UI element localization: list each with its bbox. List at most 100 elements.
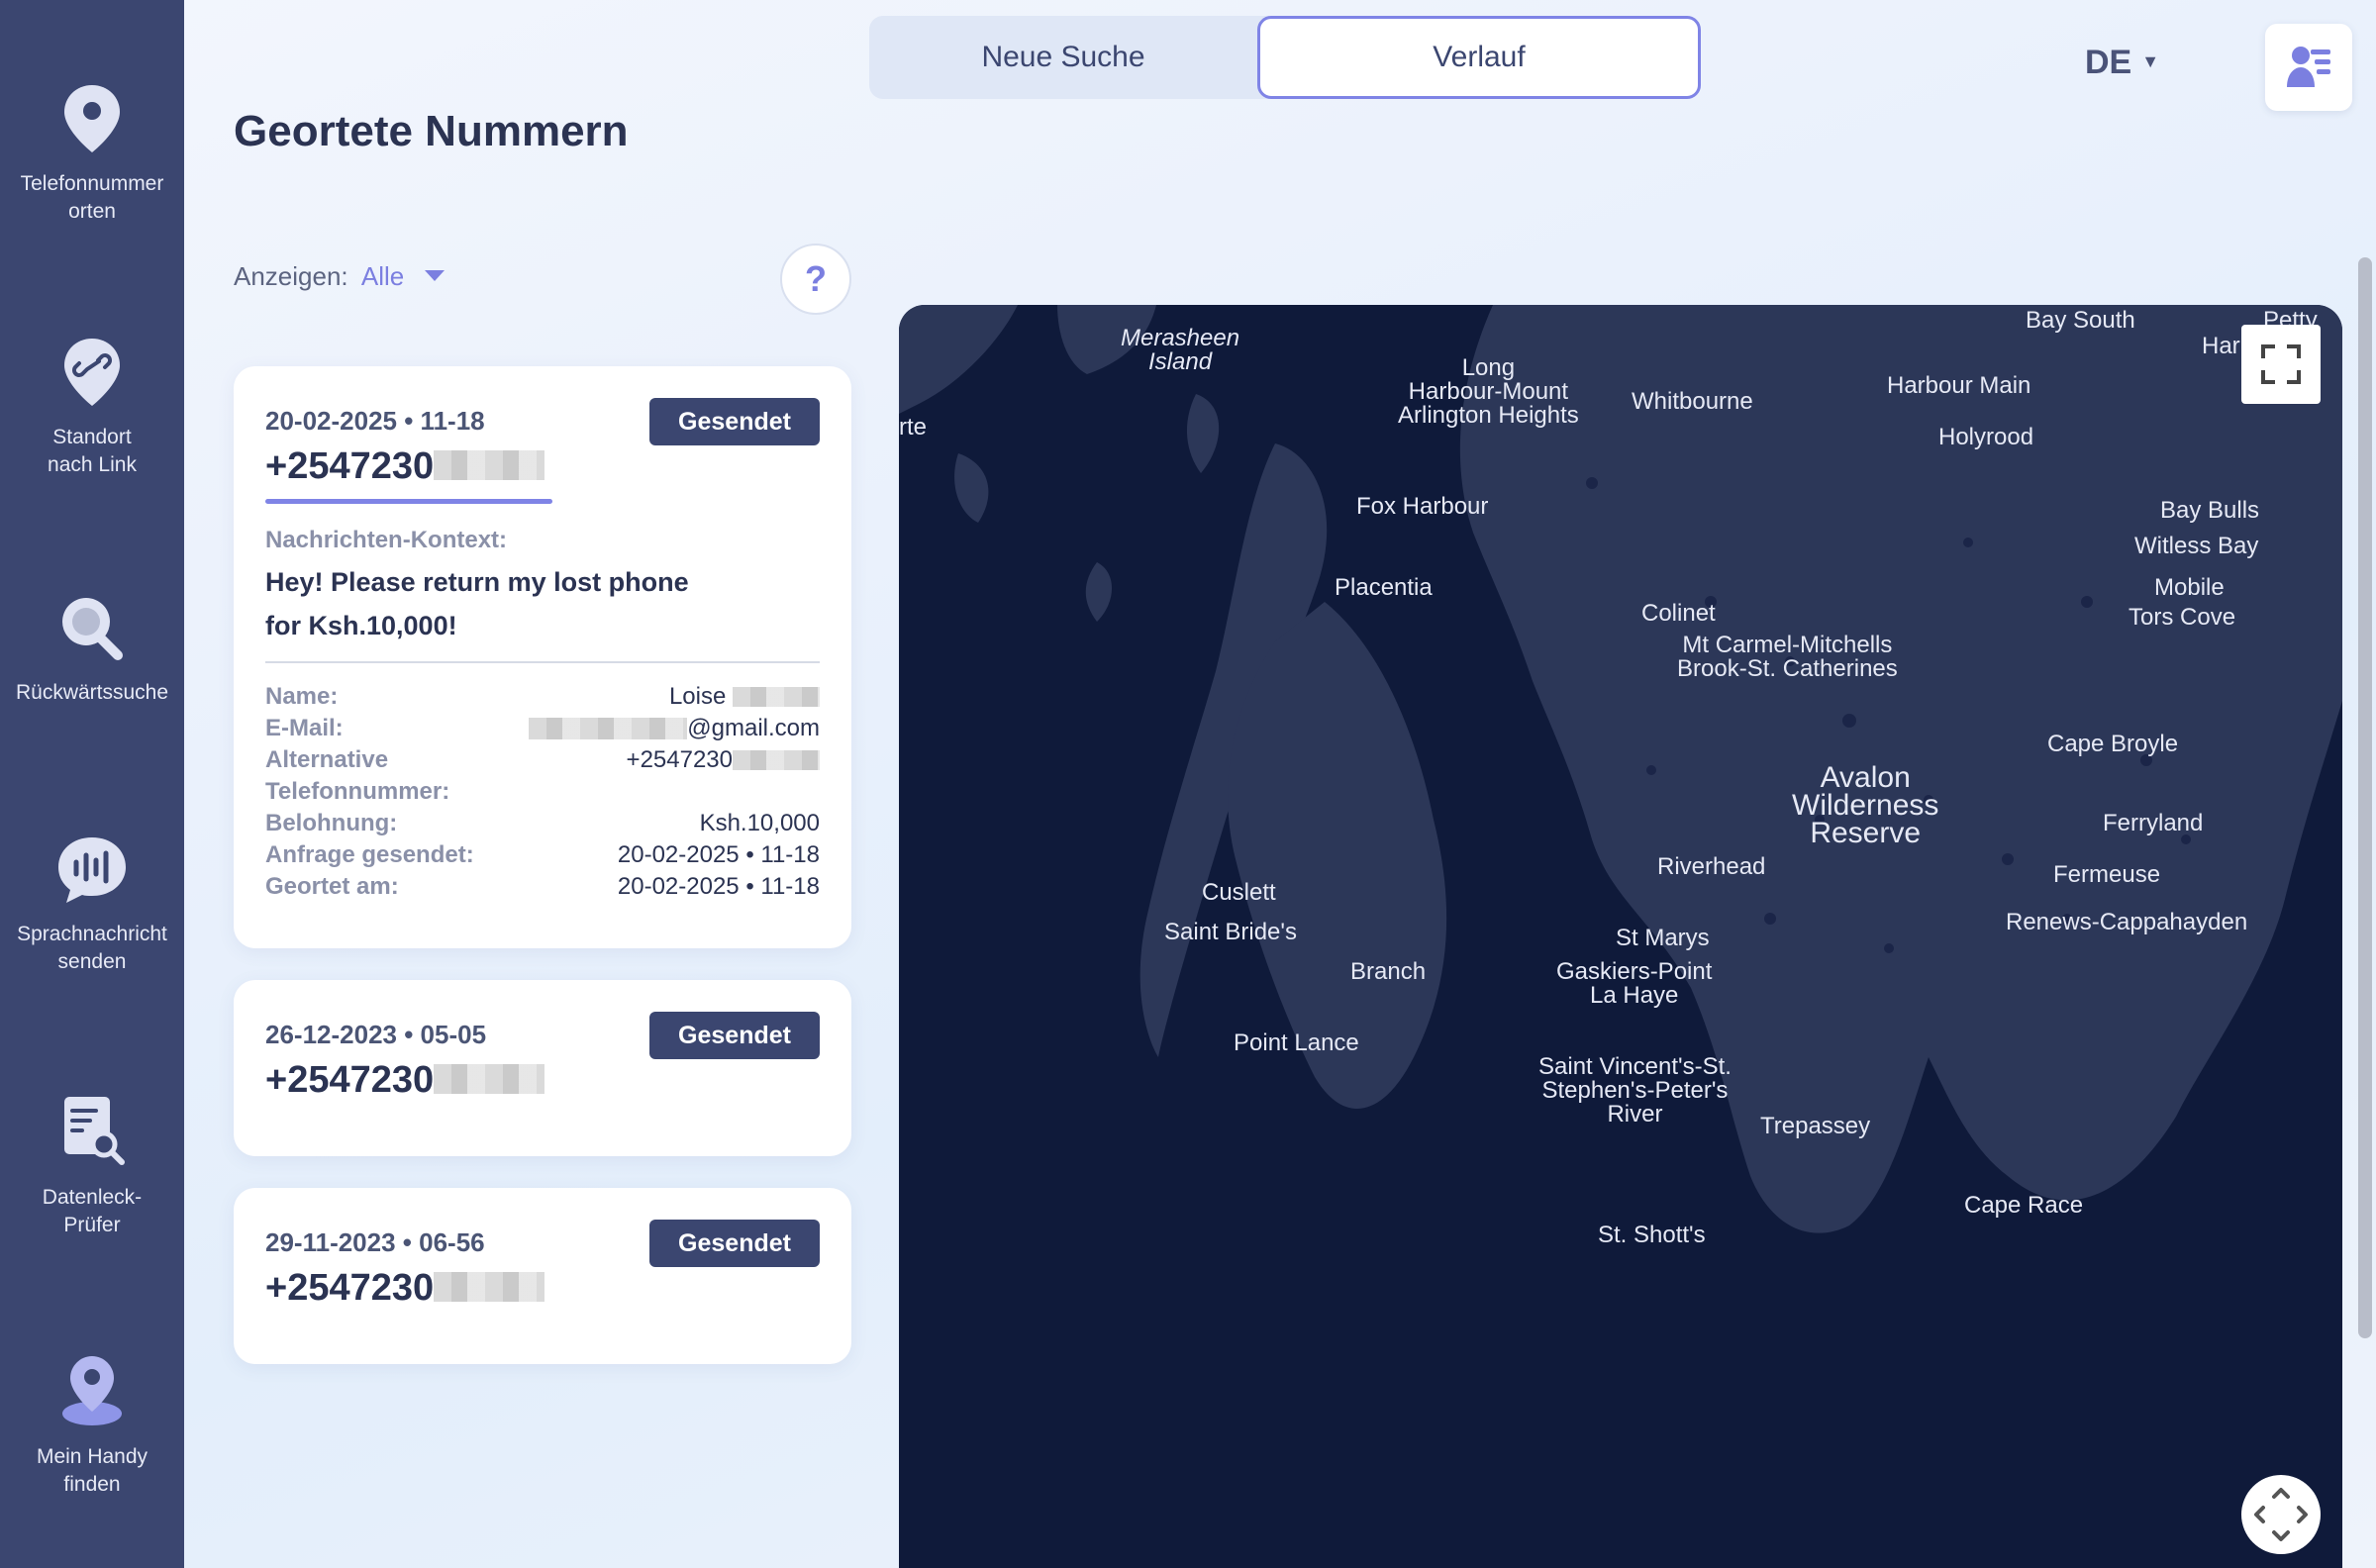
detail-row-reward: Belohnung: Ksh.10,000 (265, 810, 820, 836)
located-number-card[interactable]: 29-11-2023 • 06-56 Gesendet +2547230 (234, 1188, 851, 1364)
card-date: 20-02-2025 • 11-18 (265, 406, 485, 436)
map-label: Witless Bay (2134, 533, 2259, 559)
map-label: Tors Cove (2128, 604, 2236, 631)
sidebar-item-label: Datenleck- Prüfer (42, 1186, 143, 1236)
link-pin-icon (64, 339, 120, 406)
map-label: Point Lance (1234, 1029, 1359, 1056)
map-label: Bay South (2026, 307, 2135, 334)
sidebar-item-label: Standort nach Link (48, 426, 137, 476)
filter-value: Alle (360, 261, 405, 291)
map-label: Whitbourne (1632, 388, 1753, 415)
sidebar-item-data-leak-checker[interactable]: Datenleck- Prüfer (0, 1093, 184, 1239)
map-view[interactable]: Merasheen Island Long Harbour-Mount Arli… (899, 305, 2342, 1568)
data-leak-icon (64, 1097, 125, 1165)
sidebar-item-label: Rückwärtssuche (15, 681, 169, 704)
map-label: Fermeuse (2053, 861, 2161, 888)
map-label: Holyrood (1938, 424, 2034, 450)
language-code: DE (2085, 44, 2132, 81)
dropdown-arrow-icon (425, 270, 446, 281)
phone-underline (265, 499, 552, 504)
divider (265, 661, 820, 663)
message-context-label: Nachrichten-Kontext: (265, 527, 508, 553)
sidebar-item-send-voice-message[interactable]: Sprachnachricht senden (0, 830, 184, 976)
phone-number: +2547230 (265, 1059, 545, 1102)
map-label: St. Shott's (1598, 1222, 1706, 1248)
map-label: Bay Bulls (2160, 497, 2260, 524)
map-pan-control[interactable] (2241, 1475, 2321, 1554)
map-label: Renews-Cappahayden (2006, 909, 2248, 935)
card-date: 29-11-2023 • 06-56 (265, 1227, 485, 1257)
location-pin-icon (64, 85, 120, 152)
map-label: Merasheen Island (1121, 325, 1240, 375)
map-label: Colinet (1641, 600, 1716, 627)
detail-row-located-at: Geortet am: 20-02-2025 • 11-18 (265, 873, 820, 900)
caret-down-icon: ▼ (2141, 51, 2160, 71)
detail-row-name: Name: Loise (265, 681, 820, 713)
map-label: rte (899, 414, 928, 441)
map-label: Harbour Main (1887, 372, 2031, 399)
page-title: Geortete Nummern (234, 107, 629, 155)
filter-label: Anzeigen: (234, 261, 348, 291)
details-list: Name: Loise E-Mail: @gmail.com Alternati… (265, 681, 820, 903)
map-label: Avalon Wilderness Reserve (1792, 761, 1939, 849)
detail-row-alt-phone: Alternative Telefonnummer: +2547230 (265, 744, 820, 808)
status-badge[interactable]: Gesendet (649, 1012, 820, 1059)
detail-row-request-sent: Anfrage gesendet: 20-02-2025 • 11-18 (265, 841, 820, 868)
phone-number: +2547230 (265, 445, 545, 488)
tab-history[interactable]: Verlauf (1257, 16, 1701, 99)
sidebar-item-reverse-search[interactable]: Rückwärtssuche (0, 588, 184, 707)
profile-menu-button[interactable] (2265, 24, 2352, 111)
map-label: Long Harbour-Mount Arlington Heights (1398, 354, 1579, 429)
map-label: Saint Vincent's-St. Stephen's-Peter's Ri… (1538, 1053, 1732, 1127)
redacted-block (434, 450, 545, 480)
filter-dropdown[interactable]: Anzeigen: Alle (234, 261, 446, 292)
search-mode-tabs: Neue Suche Verlauf (869, 16, 1701, 99)
message-context-text: Hey! Please return my lost phone for Ksh… (265, 567, 689, 640)
status-badge[interactable]: Gesendet (649, 1220, 820, 1267)
sidebar-item-location-by-link[interactable]: Standort nach Link (0, 333, 184, 479)
map-label: St Marys (1616, 925, 1710, 951)
language-selector[interactable]: DE ▼ (2085, 44, 2159, 82)
sidebar-item-locate-number[interactable]: Telefonnummer orten (0, 79, 184, 226)
detail-row-email: E-Mail: @gmail.com (265, 715, 820, 741)
sidebar-item-label: Telefonnummer orten (20, 172, 164, 223)
map-label: Fox Harbour (1356, 493, 1489, 520)
fullscreen-button[interactable] (2241, 325, 2321, 404)
magnifier-icon (62, 598, 123, 660)
map-label: Mt Carmel-Mitchells Brook-St. Catherines (1677, 632, 1898, 682)
located-number-card[interactable]: 26-12-2023 • 05-05 Gesendet +2547230 (234, 980, 851, 1156)
user-list-icon (2287, 47, 2330, 87)
redacted-block (733, 750, 820, 770)
voice-message-icon (58, 837, 126, 903)
redacted-block (434, 1064, 545, 1094)
map-label: Cape Race (1964, 1192, 2084, 1219)
map-label: Mobile (2154, 574, 2225, 601)
map-label: Har (2202, 333, 2240, 359)
map-label: Branch (1350, 958, 1427, 985)
fullscreen-icon (2261, 344, 2301, 384)
map-label: Cape Broyle (2047, 731, 2179, 757)
help-button[interactable]: ? (780, 244, 851, 315)
redacted-block (434, 1272, 545, 1302)
sidebar: Telefonnummer orten Standort nach Link R… (0, 0, 184, 1568)
status-badge[interactable]: Gesendet (649, 398, 820, 445)
map-label: Gaskiers-Point La Haye (1556, 958, 1713, 1009)
phone-number: +2547230 (265, 1267, 545, 1310)
sidebar-item-label: Mein Handy finden (36, 1445, 148, 1496)
map-label: Riverhead (1657, 853, 1766, 880)
tab-new-search[interactable]: Neue Suche (869, 16, 1257, 99)
located-number-card[interactable]: 20-02-2025 • 11-18 Gesendet +2547230 Nac… (234, 366, 851, 948)
map-label: Placentia (1335, 574, 1433, 601)
redacted-block (529, 718, 688, 739)
sidebar-item-label: Sprachnachricht senden (17, 923, 167, 973)
pan-arrows-icon (2254, 1488, 2308, 1541)
find-phone-icon (62, 1356, 122, 1425)
page-scrollbar[interactable] (2358, 257, 2372, 1338)
card-date: 26-12-2023 • 05-05 (265, 1020, 487, 1049)
map-label: Trepassey (1760, 1113, 1871, 1139)
sidebar-item-find-my-phone[interactable]: Mein Handy finden (0, 1352, 184, 1499)
map-label: Saint Bride's (1164, 919, 1297, 945)
map-label: Ferryland (2103, 810, 2204, 836)
redacted-block (733, 687, 820, 707)
map-label: Cuslett (1202, 879, 1276, 906)
